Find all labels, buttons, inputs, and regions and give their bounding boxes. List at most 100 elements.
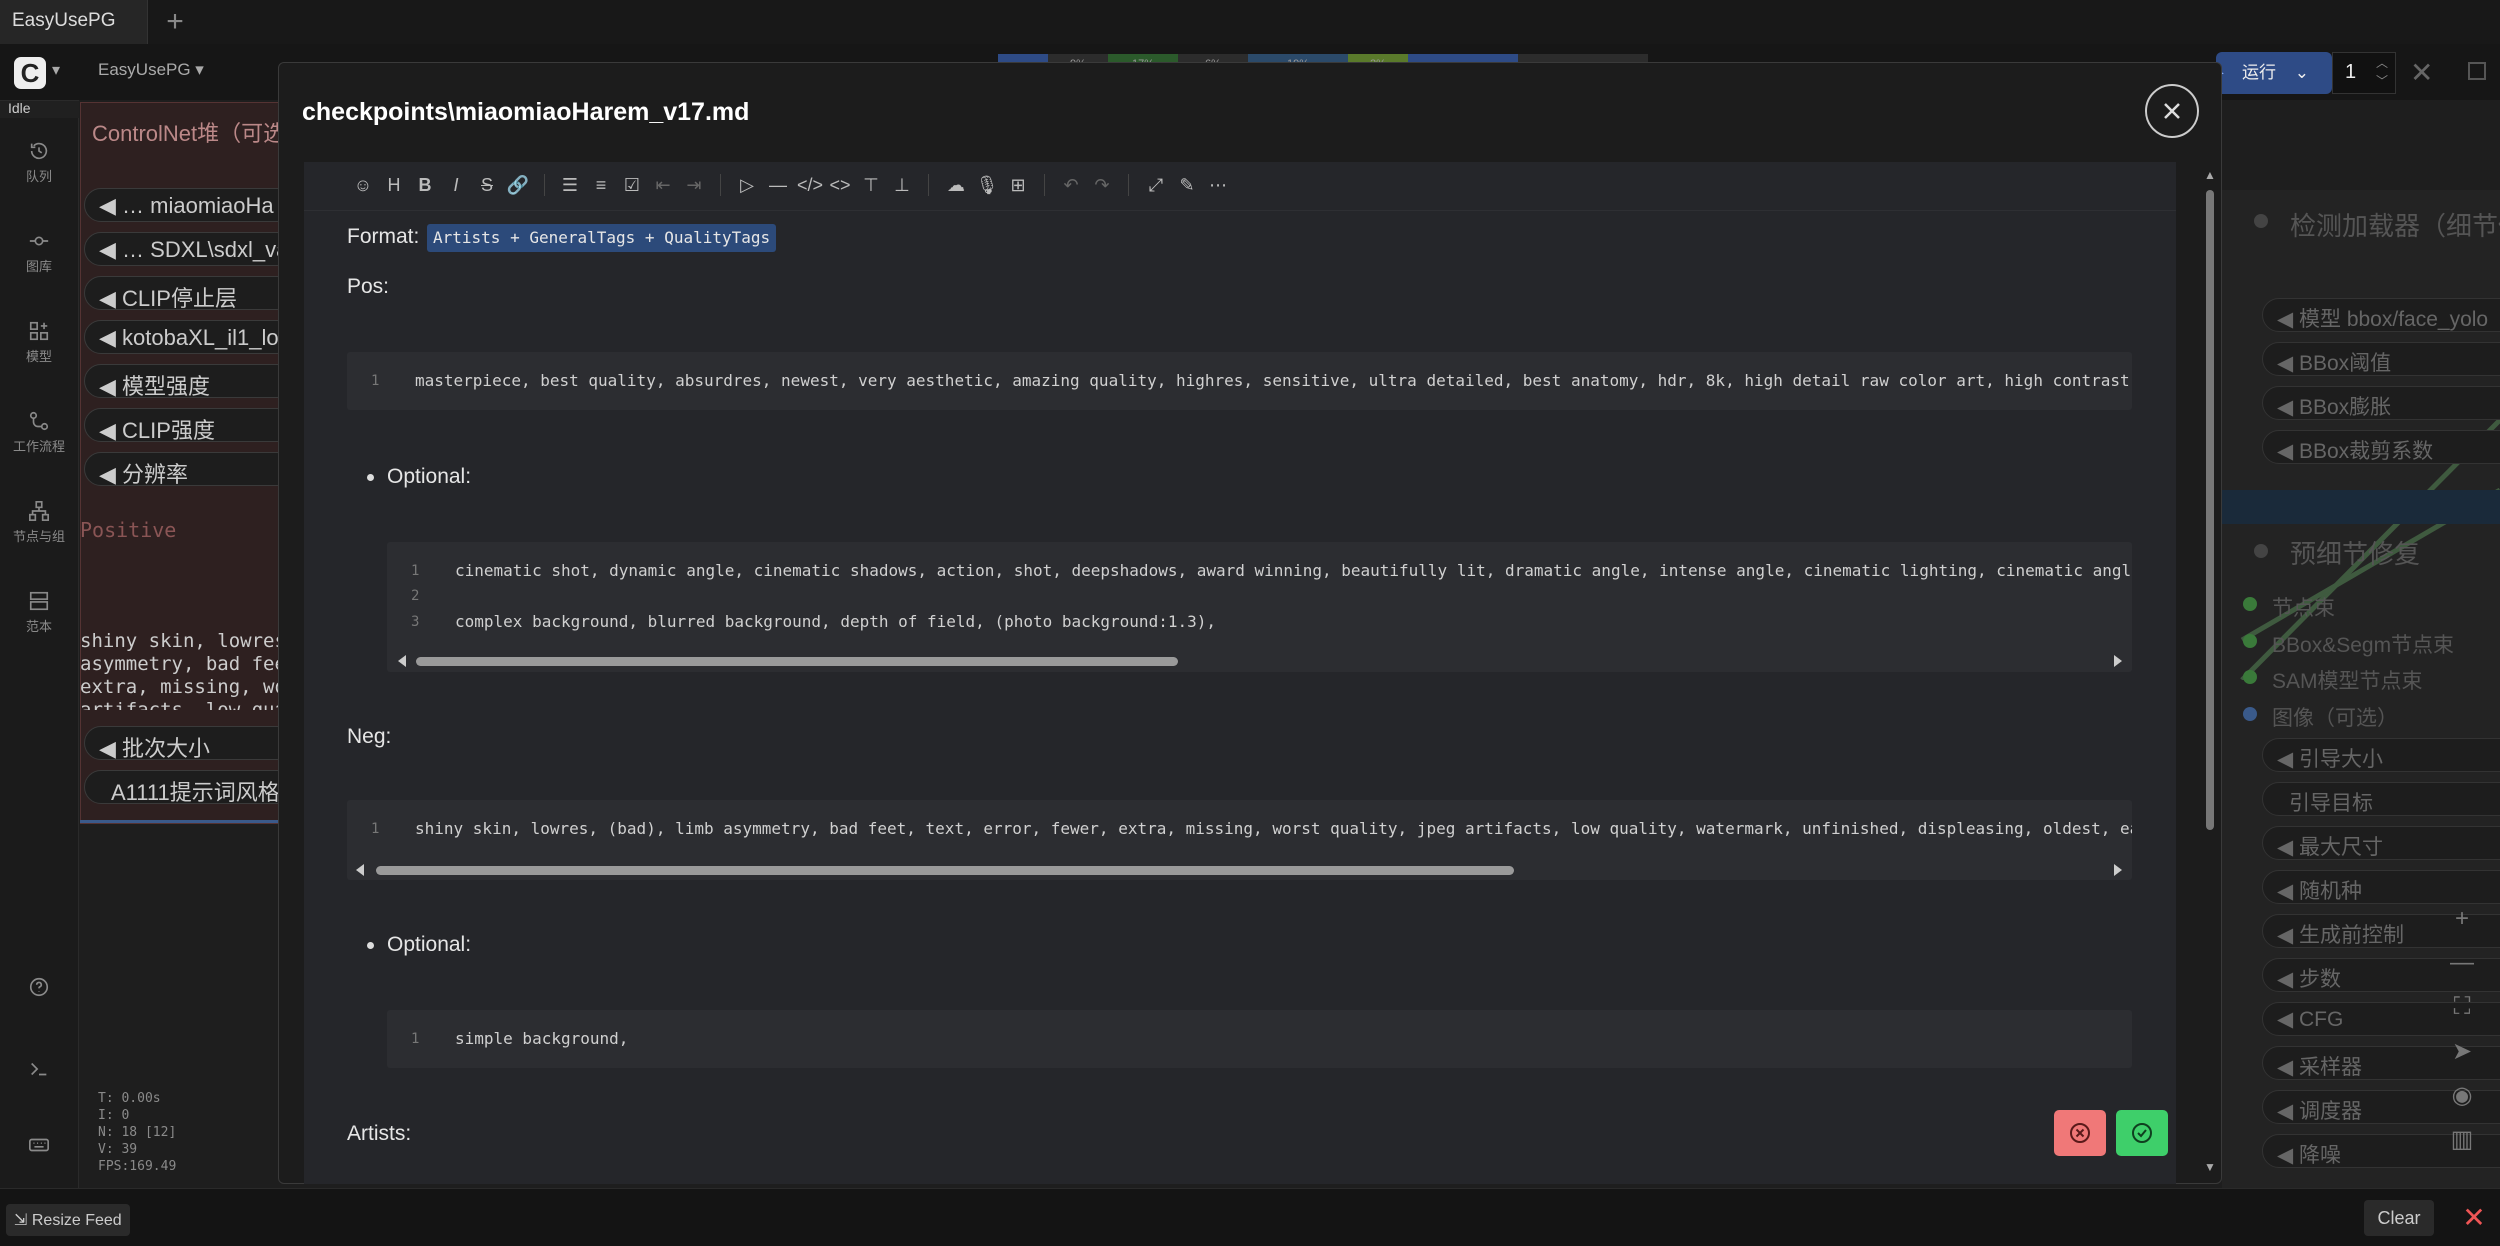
modal-close-button[interactable] bbox=[2145, 84, 2199, 138]
node-divider bbox=[2222, 490, 2500, 524]
insert-before-icon[interactable]: ⊤ bbox=[859, 173, 883, 197]
quote-icon[interactable]: ▷ bbox=[735, 173, 759, 197]
strikethrough-icon[interactable]: S bbox=[475, 173, 499, 197]
node-widget[interactable]: ◀ CLIP强度 bbox=[84, 408, 294, 442]
outdent-icon[interactable]: ⇤ bbox=[651, 173, 675, 197]
node-widget[interactable]: ◀ BBox阈值 bbox=[2262, 342, 2500, 376]
sidebar-item-templates[interactable]: 范本 bbox=[0, 590, 78, 635]
node-widget[interactable]: 引导目标 bbox=[2262, 782, 2500, 816]
emoji-icon[interactable]: ☺ bbox=[351, 173, 375, 197]
bullet-list-icon[interactable]: ☰ bbox=[558, 173, 582, 197]
node-widget[interactable]: ◀ 模型强度 bbox=[84, 364, 294, 398]
scroll-up-icon[interactable]: ▲ bbox=[2204, 168, 2216, 182]
node-widget[interactable]: ◀ 最大尺寸 bbox=[2262, 826, 2500, 860]
table-icon[interactable]: ⊞ bbox=[1006, 173, 1030, 197]
scroll-left-icon[interactable] bbox=[356, 864, 364, 876]
add-tab-button[interactable]: + bbox=[160, 6, 190, 38]
more-icon[interactable]: ⋯ bbox=[1206, 173, 1230, 197]
sidebar-item-nodes[interactable]: 节点与组 bbox=[0, 500, 78, 545]
pos-code-block[interactable]: 1 masterpiece, best quality, absurdres, … bbox=[347, 352, 2132, 410]
scroll-down-icon[interactable]: ▼ bbox=[2204, 1160, 2216, 1174]
line-number: 1 bbox=[411, 1031, 420, 1047]
node-widget[interactable]: ◀ 引导大小 bbox=[2262, 738, 2500, 772]
clear-button[interactable]: Clear bbox=[2364, 1200, 2434, 1236]
fullscreen-icon[interactable]: ⤢ bbox=[1144, 173, 1168, 197]
map-icon[interactable]: ▥ bbox=[2440, 1125, 2484, 1161]
run-label: 运行 bbox=[2242, 63, 2276, 82]
workflow-menu[interactable]: EasyUsePG ▾ bbox=[98, 60, 204, 80]
input-socket[interactable] bbox=[2243, 707, 2257, 721]
code-block-icon[interactable]: </> bbox=[797, 173, 823, 197]
italic-icon[interactable]: I bbox=[444, 173, 468, 197]
stepper-icon[interactable]: ︿ ﹀ bbox=[2376, 54, 2388, 90]
sidebar-item-workflows[interactable]: 工作流程 bbox=[0, 410, 78, 455]
resize-feed-button[interactable]: ⇲ Resize Feed bbox=[6, 1204, 130, 1236]
scroll-left-icon[interactable] bbox=[398, 655, 406, 667]
link-icon[interactable]: 🔗 bbox=[506, 173, 530, 197]
scrollbar-thumb[interactable] bbox=[416, 657, 1178, 666]
horizontal-rule-icon[interactable]: — bbox=[766, 173, 790, 197]
sidebar-item-queue[interactable]: 队列 bbox=[0, 140, 78, 185]
node-widget[interactable]: ◀ BBox膨胀 bbox=[2262, 386, 2500, 420]
close-icon[interactable]: ✕ bbox=[2410, 56, 2433, 89]
indent-icon[interactable]: ⇥ bbox=[682, 173, 706, 197]
scrollbar-thumb[interactable] bbox=[2206, 190, 2214, 830]
close-icon[interactable]: ✕ bbox=[2458, 1200, 2490, 1236]
help-button[interactable] bbox=[0, 976, 78, 1002]
node-widget[interactable]: ◀ … miaomiaoHa bbox=[84, 188, 294, 222]
line-number: 2 bbox=[411, 588, 420, 604]
logo-icon[interactable]: C bbox=[14, 57, 46, 89]
input-socket[interactable] bbox=[2243, 597, 2257, 611]
node-widget[interactable]: ◀ 随机种 bbox=[2262, 870, 2500, 904]
check-icon bbox=[2132, 1123, 2152, 1143]
node-widget[interactable]: A1111提示词风格 bbox=[84, 770, 294, 804]
node-widget[interactable]: ◀ CLIP停止层 bbox=[84, 276, 294, 310]
run-button[interactable]: 运行 ⌄ bbox=[2216, 52, 2332, 94]
node-widget[interactable]: ◀ 分辨率 bbox=[84, 452, 294, 486]
microphone-icon[interactable]: 🎙 bbox=[975, 173, 999, 197]
cancel-button[interactable] bbox=[2054, 1110, 2106, 1156]
fit-view-icon[interactable]: ⛶ bbox=[2440, 993, 2484, 1029]
edit-mode-icon[interactable]: ✎ bbox=[1175, 173, 1199, 197]
scroll-right-icon[interactable] bbox=[2114, 655, 2122, 667]
node-widget[interactable]: ◀ … SDXL\sdxl_vae bbox=[84, 232, 294, 266]
negative-prompt-preview[interactable]: shiny skin, lowres asymmetry, bad fee ex… bbox=[80, 630, 280, 710]
sidebar-item-label: 工作流程 bbox=[12, 439, 65, 454]
pointer-icon[interactable]: ➤ bbox=[2440, 1037, 2484, 1073]
ordered-list-icon[interactable]: ≡ bbox=[589, 173, 613, 197]
scroll-right-icon[interactable] bbox=[2114, 864, 2122, 876]
bold-icon[interactable]: B bbox=[413, 173, 437, 197]
terminal-button[interactable] bbox=[0, 1058, 78, 1084]
chevron-down-icon[interactable]: ⌄ bbox=[2295, 63, 2309, 82]
bottom-bar bbox=[0, 1188, 2500, 1246]
sidebar-item-label: 模型 bbox=[25, 349, 52, 364]
input-socket[interactable] bbox=[2243, 634, 2257, 648]
input-socket[interactable] bbox=[2243, 670, 2257, 684]
inline-code-icon[interactable]: <> bbox=[828, 173, 852, 197]
zoom-out-icon[interactable]: — bbox=[2440, 949, 2484, 985]
node-widget[interactable]: ◀ 模型 bbox/face_yolo bbox=[2262, 298, 2500, 332]
neg-optional-code-block[interactable]: 1 simple background, bbox=[387, 1010, 2132, 1068]
node-widget[interactable]: ◀ 批次大小 bbox=[84, 726, 294, 760]
heading-icon[interactable]: H bbox=[382, 173, 406, 197]
chevron-down-icon[interactable]: ▾ bbox=[52, 60, 60, 80]
node-widget[interactable]: ◀ BBox裁剪系数 bbox=[2262, 430, 2500, 464]
confirm-button[interactable] bbox=[2116, 1110, 2168, 1156]
keyboard-button[interactable] bbox=[0, 1134, 78, 1160]
maximize-icon[interactable] bbox=[2468, 62, 2486, 80]
resize-feed-label: Resize Feed bbox=[31, 1212, 122, 1229]
node-widget[interactable]: ◀ kotobaXL_il1_lo bbox=[84, 320, 294, 354]
zoom-in-icon[interactable]: + bbox=[2440, 905, 2484, 941]
eye-icon[interactable]: ◉ bbox=[2440, 1081, 2484, 1117]
scrollbar-thumb[interactable] bbox=[376, 866, 1514, 875]
checklist-icon[interactable]: ☑ bbox=[620, 173, 644, 197]
redo-icon[interactable]: ↷ bbox=[1090, 173, 1114, 197]
sidebar-item-models[interactable]: 模型 bbox=[0, 320, 78, 365]
upload-icon[interactable]: ☁ bbox=[944, 173, 968, 197]
stat-nodes: N: 18 [12] bbox=[98, 1125, 177, 1140]
insert-after-icon[interactable]: ⊥ bbox=[890, 173, 914, 197]
sidebar-item-gallery[interactable]: 图库 bbox=[0, 230, 78, 275]
bullet-icon bbox=[367, 474, 374, 481]
workflow-tab[interactable]: EasyUsePG bbox=[0, 0, 148, 44]
undo-icon[interactable]: ↶ bbox=[1059, 173, 1083, 197]
